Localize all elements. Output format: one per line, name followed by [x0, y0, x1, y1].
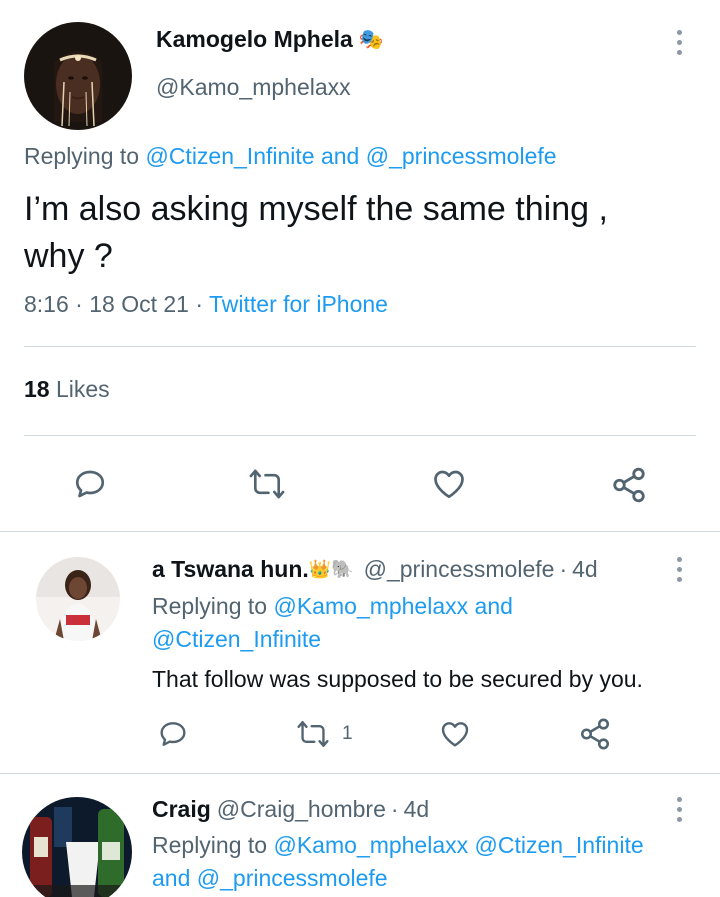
tweet-time: 8:16	[24, 291, 69, 317]
likes-stat[interactable]: 18 Likes	[24, 376, 110, 403]
tweet-text-line: why ?	[24, 237, 113, 275]
share-button[interactable]	[578, 717, 612, 751]
like-button[interactable]	[430, 466, 468, 502]
reply-avatar[interactable]	[36, 557, 120, 641]
mention-link[interactable]: @Kamo_mphelaxx	[273, 832, 468, 858]
reply-avatar[interactable]	[22, 797, 132, 897]
author-avatar[interactable]	[24, 22, 132, 130]
mention-link[interactable]: @_princessmolefe	[366, 143, 557, 169]
replying-and: and	[152, 865, 191, 891]
reply-button[interactable]	[157, 718, 189, 750]
author-handle[interactable]: @Kamo_mphelaxx	[156, 74, 351, 101]
retweet-count: 1	[342, 723, 353, 744]
like-icon	[441, 722, 469, 747]
reply-header: a Tswana hun. 👑🐘 @_princessmolefe · 4d	[152, 556, 598, 583]
tweet-text: I’m also asking myself the same thing , …	[24, 186, 684, 280]
reply-icon	[75, 470, 105, 498]
tweet-date: 18 Oct 21	[89, 291, 189, 317]
reply-author-handle[interactable]: @Craig_hombre	[217, 796, 386, 823]
main-tweet: Kamogelo Mphela 🎭 @Kamo_mphelaxx Replyin…	[0, 0, 720, 532]
replying-and: and	[320, 143, 360, 169]
mention-link[interactable]: @Ctizen_Infinite	[145, 143, 314, 169]
tweet-separator	[0, 531, 720, 532]
share-icon	[580, 718, 610, 750]
retweet-icon	[297, 721, 329, 747]
share-icon	[613, 467, 645, 503]
reply-age: 4d	[572, 556, 598, 582]
mention-link[interactable]: @Kamo_mphelaxx	[273, 593, 468, 619]
author-name-text[interactable]: Kamogelo Mphela	[156, 26, 353, 53]
retweet-button[interactable]	[248, 466, 286, 502]
meta-separator: ·	[390, 796, 399, 822]
like-button[interactable]	[438, 718, 472, 750]
mention-link[interactable]: @_princessmolefe	[197, 865, 388, 891]
reply-author-name[interactable]: Craig	[152, 796, 211, 823]
reply-author-name[interactable]: a Tswana hun.	[152, 556, 309, 583]
replying-to: Replying to @Kamo_mphelaxx and @Ctizen_I…	[152, 590, 712, 656]
reply-header: Craig @Craig_hombre · 4d	[152, 796, 429, 823]
divider	[24, 435, 696, 436]
meta-separator: ·	[195, 291, 204, 317]
reply-icon	[160, 722, 186, 746]
replying-and: and	[474, 593, 513, 619]
reply-button[interactable]	[72, 466, 108, 502]
mention-link[interactable]: @Ctizen_Infinite	[152, 626, 321, 652]
author-name[interactable]: Kamogelo Mphela 🎭	[156, 26, 384, 53]
meta-separator: ·	[559, 556, 568, 582]
likes-label: Likes	[55, 376, 110, 402]
replying-prefix: Replying to	[152, 593, 268, 619]
mention-link[interactable]: @Ctizen_Infinite	[475, 832, 644, 858]
more-options-icon[interactable]	[675, 30, 683, 55]
replying-prefix: Replying to	[24, 143, 140, 169]
more-options-icon[interactable]	[675, 797, 683, 822]
divider	[24, 346, 696, 347]
name-emojis: 👑🐘	[308, 559, 354, 579]
like-icon	[434, 470, 464, 499]
replying-to: Replying to @Kamo_mphelaxx @Ctizen_Infin…	[152, 829, 712, 895]
meta-separator: ·	[75, 291, 83, 317]
reply-age: 4d	[403, 796, 430, 822]
replying-to: Replying to @Ctizen_Infinite and @_princ…	[24, 143, 557, 170]
likes-count: 18	[24, 376, 50, 402]
tweet-source[interactable]: Twitter for iPhone	[209, 291, 388, 317]
replying-prefix: Replying to	[152, 832, 268, 858]
name-emoji: 🎭	[358, 29, 384, 51]
reply-author-handle[interactable]: @_princessmolefe	[364, 556, 555, 583]
share-button[interactable]	[610, 466, 648, 504]
more-options-icon[interactable]	[675, 557, 683, 582]
tweet-separator	[0, 773, 720, 774]
retweet-button[interactable]: 1	[296, 718, 353, 750]
retweet-icon	[249, 469, 285, 499]
tweet-text-line: I’m also asking myself the same thing ,	[24, 190, 608, 228]
tweet-meta: 8:16 · 18 Oct 21 · Twitter for iPhone	[24, 291, 388, 318]
reply-text: That follow was supposed to be secured b…	[152, 666, 643, 692]
